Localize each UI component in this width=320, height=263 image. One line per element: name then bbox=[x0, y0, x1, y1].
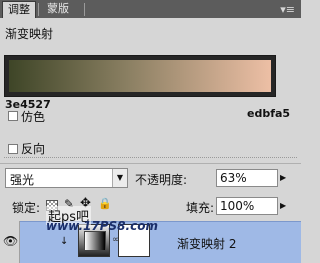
tab-masks[interactable]: 蒙版 bbox=[42, 1, 74, 18]
panel-menu-icon[interactable]: ▾≡ bbox=[280, 3, 295, 16]
tab-divider bbox=[84, 3, 85, 16]
blend-mode-value: 强光 bbox=[10, 173, 35, 187]
tab-divider bbox=[38, 3, 39, 16]
eye-icon[interactable]: 👁 bbox=[3, 234, 18, 248]
gradient-picker[interactable] bbox=[4, 55, 276, 97]
gradient-end-color: edbfa5 bbox=[247, 107, 291, 120]
fill-label: 填充: bbox=[186, 201, 215, 215]
fill-slider-arrow-icon[interactable]: ▶ bbox=[280, 201, 286, 210]
dither-checkbox[interactable] bbox=[8, 111, 18, 121]
lock-label: 锁定: bbox=[12, 201, 41, 215]
gradient-preview[interactable] bbox=[9, 60, 271, 92]
reverse-checkbox[interactable] bbox=[8, 144, 18, 154]
reverse-label: 反向 bbox=[21, 142, 46, 156]
watermark-url: www.17PS8.com bbox=[46, 219, 158, 233]
opacity-input[interactable]: 63% bbox=[216, 169, 278, 187]
tab-adjustments[interactable]: 调整 bbox=[2, 1, 36, 18]
panel-resize-grip[interactable] bbox=[4, 157, 297, 159]
opacity-label: 不透明度: bbox=[135, 173, 188, 187]
fill-input[interactable]: 100% bbox=[216, 197, 278, 215]
blend-mode-select[interactable]: 强光 ▼ bbox=[5, 168, 128, 188]
adjustment-title: 渐变映射 bbox=[5, 27, 54, 41]
opacity-slider-arrow-icon[interactable]: ▶ bbox=[280, 173, 286, 182]
layer-name[interactable]: 渐变映射 2 bbox=[177, 235, 236, 252]
lock-all-icon[interactable]: 🔒 bbox=[98, 197, 112, 210]
chevron-down-icon[interactable]: ▼ bbox=[112, 169, 127, 187]
clipping-arrow-icon: ↓ bbox=[60, 236, 69, 247]
gradient-map-icon bbox=[84, 231, 106, 251]
dither-label: 仿色 bbox=[21, 110, 46, 124]
